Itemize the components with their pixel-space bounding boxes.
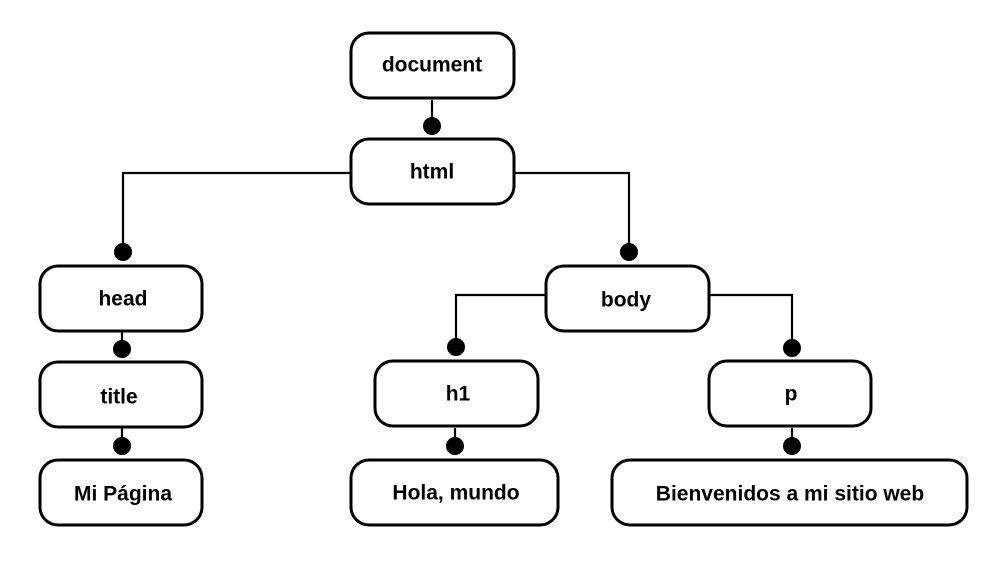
node-label: document: [382, 54, 482, 77]
dom-tree-diagram: document html head title Mi Página body …: [38, 31, 969, 527]
node-label: html: [410, 161, 454, 184]
node-label: Bienvenidos a mi sitio web: [656, 483, 924, 506]
node-title[interactable]: title: [38, 360, 204, 429]
edge-body-p: [710, 293, 794, 348]
connector-dot-body: [620, 243, 638, 261]
connector-dot-head: [114, 243, 132, 261]
node-h1[interactable]: h1: [373, 359, 540, 428]
node-label: body: [601, 289, 651, 312]
connector-dot-title-text: [113, 437, 131, 455]
node-p-text[interactable]: Bienvenidos a mi sitio web: [610, 458, 969, 527]
connector-dot-p: [783, 339, 801, 357]
node-label: Mi Página: [74, 483, 172, 506]
node-label: Hola, mundo: [392, 482, 519, 505]
node-label: title: [100, 386, 137, 409]
connector-dot-p-text: [783, 437, 801, 455]
node-head[interactable]: head: [38, 264, 204, 333]
node-title-text[interactable]: Mi Página: [38, 458, 204, 527]
node-html[interactable]: html: [349, 137, 516, 206]
connector-dot-h1: [447, 338, 465, 356]
node-body[interactable]: body: [544, 264, 711, 333]
connector-dot-title: [113, 340, 131, 358]
node-label: h1: [446, 383, 471, 406]
edge-html-body: [515, 171, 631, 252]
node-p[interactable]: p: [707, 359, 873, 428]
node-h1-text[interactable]: Hola, mundo: [349, 458, 560, 527]
node-label: head: [98, 288, 147, 311]
node-label: p: [785, 383, 798, 406]
connector-dot-h1-text: [446, 437, 464, 455]
connector-dot-html: [423, 117, 441, 135]
edge-body-h1: [454, 293, 546, 347]
node-document[interactable]: document: [349, 31, 516, 100]
edge-html-head: [121, 171, 351, 252]
